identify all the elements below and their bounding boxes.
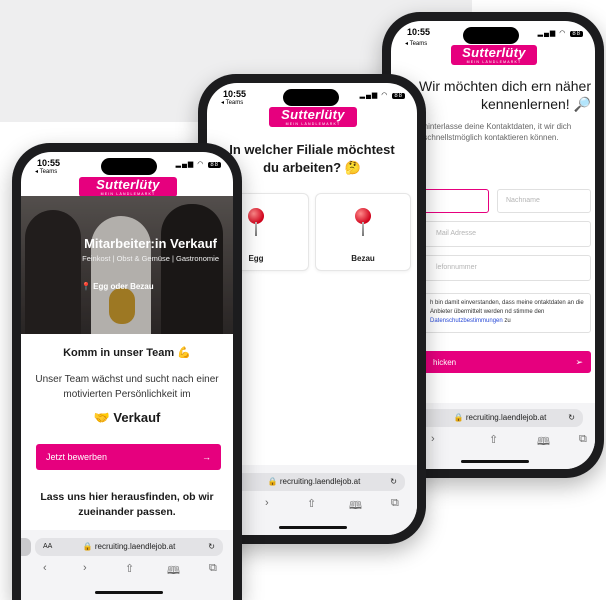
lock-icon: 🔒 <box>267 477 278 486</box>
status-time: 10:55 <box>407 27 431 37</box>
dynamic-island <box>101 158 157 175</box>
send-icon: ➢ <box>575 357 583 367</box>
battery-icon: 88 <box>570 31 583 37</box>
brand-logo: Sutterlüty MEIN LÄNDLEMARKT <box>269 107 357 127</box>
hero-location: 📍 Egg oder Bezau <box>81 282 154 291</box>
brand-logo: Sutterlüty MEIN LÄNDLEMARKT <box>79 177 177 197</box>
text-size-button[interactable]: AA <box>43 538 52 556</box>
last-name-field[interactable]: Nachname <box>497 189 591 213</box>
battery-icon: 88 <box>208 162 221 168</box>
url-text: recruiting.laendlejob.at <box>94 542 176 551</box>
previous-tab-pill <box>21 538 31 556</box>
forward-icon[interactable]: › <box>431 433 435 445</box>
branch-option-bezau[interactable]: Bezau <box>315 193 411 271</box>
tabs-icon[interactable]: ⧉ <box>391 497 399 510</box>
hero-overlay <box>21 196 233 334</box>
home-indicator <box>95 591 163 594</box>
reload-icon[interactable]: ↻ <box>568 409 575 427</box>
section-text: Unser Team wächst und sucht nach einer m… <box>35 374 219 400</box>
consent-suffix: zu <box>502 318 511 324</box>
arrow-right-icon: → <box>202 452 211 462</box>
logo-subtext: MEIN LÄNDLEMARKT <box>466 60 522 64</box>
forward-icon[interactable]: › <box>265 497 269 509</box>
home-indicator <box>461 460 529 463</box>
battery-icon: 88 <box>392 93 405 99</box>
brand-logo: Sutterlüty MEIN LÄNDLEMARKT <box>451 45 537 65</box>
pin-needle <box>255 222 257 236</box>
option-label: Bezau <box>351 254 375 263</box>
back-icon[interactable]: ‹ <box>43 562 47 574</box>
address-bar[interactable]: 🔒 recruiting.laendlejob.at ↻ <box>417 409 583 427</box>
question-heading: In welcher Filiale möchtest du arbeiten?… <box>229 142 395 175</box>
logo-subtext: MEIN LÄNDLEMARKT <box>285 122 341 126</box>
section-heading: Komm in unser Team 💪 <box>63 347 191 359</box>
lock-icon: 🔒 <box>453 413 464 422</box>
back-link[interactable]: ◂ Teams <box>405 40 427 47</box>
hero-subtitle: Feinkost | Obst & Gemüse | Gastronomie <box>82 254 219 263</box>
apply-button[interactable]: Jetzt bewerben → <box>36 444 221 470</box>
dynamic-island <box>463 27 519 44</box>
apply-label: Jetzt bewerben <box>46 452 108 462</box>
bottom-heading: Lass uns hier herausfinden, ob wir zuein… <box>40 491 214 518</box>
dynamic-island <box>283 89 339 106</box>
tabs-icon[interactable]: ⧉ <box>209 562 217 575</box>
pin-needle <box>362 222 364 236</box>
back-link[interactable]: ◂ Teams <box>221 99 243 106</box>
status-icons: ▂▄▆ ◠ 88 <box>175 161 221 168</box>
consent-text: h bin damit einverstanden, dass meine on… <box>430 300 584 315</box>
bookmarks-icon[interactable]: 🕮 <box>349 497 362 516</box>
tabs-icon[interactable]: ⧉ <box>579 433 587 446</box>
hero-banner: Mitarbeiter:in Verkauf Feinkost | Obst &… <box>21 196 233 334</box>
logo-text: Sutterlüty <box>462 45 526 60</box>
status-icons: ▂▄▆ ◠ 88 <box>359 92 405 99</box>
phone-front: 10:55 ▂▄▆ ◠ 88 ◂ Teams Sutterlüty MEIN L… <box>12 143 242 600</box>
safari-toolbar: AA 🔒 recruiting.laendlejob.at ↻ ‹ › ⇧ 🕮 … <box>21 530 233 600</box>
logo-text: Sutterlüty <box>281 107 345 122</box>
url-text: recruiting.laendlejob.at <box>279 477 361 486</box>
address-bar[interactable]: AA 🔒 recruiting.laendlejob.at ↻ <box>223 473 405 491</box>
share-icon[interactable]: ⇧ <box>125 562 134 575</box>
address-bar[interactable]: AA 🔒 recruiting.laendlejob.at ↻ <box>35 538 223 556</box>
hero-title: Mitarbeiter:in Verkauf <box>84 236 217 251</box>
logo-text: Sutterlüty <box>96 177 160 192</box>
phone-front-screen: 10:55 ▂▄▆ ◠ 88 ◂ Teams Sutterlüty MEIN L… <box>21 152 233 600</box>
reload-icon[interactable]: ↻ <box>390 473 397 491</box>
lock-icon: 🔒 <box>82 542 93 551</box>
role-label: 🤝 Verkauf <box>93 410 161 425</box>
url-text: recruiting.laendlejob.at <box>465 413 547 422</box>
status-time: 10:55 <box>223 89 247 99</box>
privacy-link[interactable]: Datenschutzbestimmungen <box>430 318 503 324</box>
share-icon[interactable]: ⇧ <box>307 497 316 510</box>
home-indicator <box>279 526 347 529</box>
share-icon[interactable]: ⇧ <box>489 433 498 446</box>
bookmarks-icon[interactable]: 🕮 <box>537 433 550 452</box>
submit-label: hicken <box>433 358 457 367</box>
forward-icon[interactable]: › <box>83 562 87 574</box>
reload-icon[interactable]: ↻ <box>208 538 215 556</box>
back-link[interactable]: ◂ Teams <box>35 168 57 175</box>
status-time: 10:55 <box>37 158 61 168</box>
status-icons: ▂▄▆ ◠ 88 <box>537 30 583 37</box>
bookmarks-icon[interactable]: 🕮 <box>167 562 180 581</box>
